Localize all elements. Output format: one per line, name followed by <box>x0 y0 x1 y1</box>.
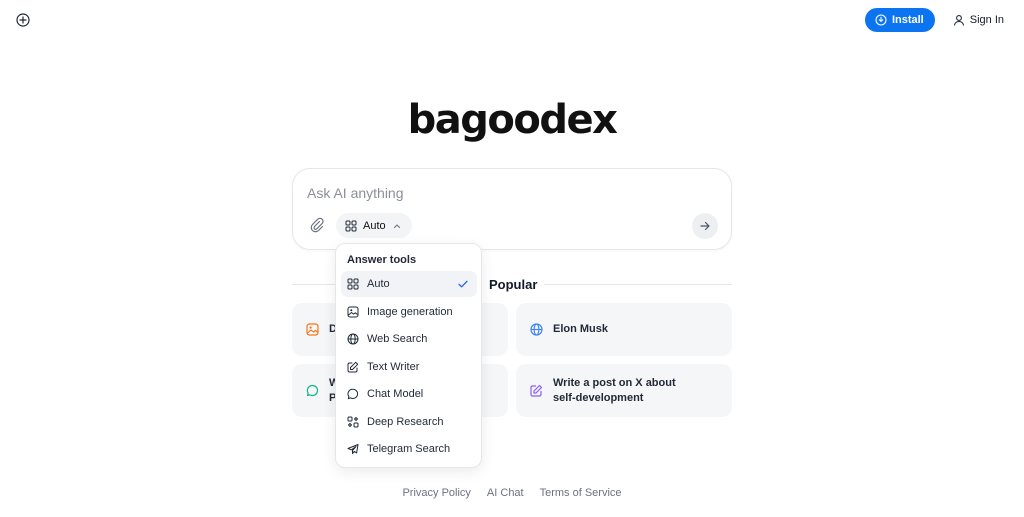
plus-circle-icon <box>16 13 30 27</box>
answer-tools-menu: Answer tools Auto Image generation Web S… <box>335 243 482 468</box>
popular-card[interactable]: Write a post on X about self-development <box>516 364 732 417</box>
menu-item-label: Image generation <box>367 306 453 318</box>
menu-item-label: Auto <box>367 278 390 290</box>
globe-icon <box>530 323 543 336</box>
install-button[interactable]: Install <box>864 8 935 32</box>
globe-icon <box>347 333 359 345</box>
edit-icon <box>347 361 359 373</box>
attach-button[interactable] <box>309 217 325 233</box>
menu-item-text-writer[interactable]: Text Writer <box>341 354 477 380</box>
search-box: Auto <box>292 168 732 250</box>
menu-item-label: Web Search <box>367 333 428 345</box>
research-icon <box>347 416 359 428</box>
chat-icon <box>347 388 359 400</box>
ai-chat-link[interactable]: AI Chat <box>487 487 524 499</box>
menu-item-label: Text Writer <box>367 361 420 373</box>
download-icon <box>875 14 887 26</box>
popular-card[interactable]: Elon Musk <box>516 303 732 356</box>
logo: bagoodex <box>407 97 618 143</box>
menu-item-auto[interactable]: Auto <box>341 271 477 297</box>
menu-item-label: Telegram Search <box>367 443 451 455</box>
sign-in-label: Sign In <box>969 14 1004 26</box>
chat-icon <box>306 384 319 397</box>
edit-icon <box>530 384 543 397</box>
terms-of-service-link[interactable]: Terms of Service <box>540 487 622 499</box>
card-label: Elon Musk <box>553 323 609 335</box>
mode-selector[interactable]: Auto <box>336 213 412 238</box>
card-label: Write a post on X about self-development <box>553 376 676 404</box>
header-actions: Install Sign In <box>864 8 1004 32</box>
image-icon <box>347 306 359 318</box>
new-chat-button[interactable] <box>14 11 32 29</box>
grid-icon <box>347 278 359 290</box>
menu-item-image-generation[interactable]: Image generation <box>341 299 477 325</box>
user-icon <box>953 15 964 26</box>
menu-item-telegram-search[interactable]: Telegram Search <box>341 436 477 462</box>
send-button[interactable] <box>692 213 718 239</box>
divider <box>544 284 732 285</box>
paperclip-icon <box>310 217 324 233</box>
menu-item-chat-model[interactable]: Chat Model <box>341 381 477 407</box>
arrow-right-icon <box>700 221 710 231</box>
install-label: Install <box>891 14 924 26</box>
privacy-policy-link[interactable]: Privacy Policy <box>402 487 470 499</box>
grid-icon <box>345 220 357 231</box>
chevron-up-icon <box>393 223 400 228</box>
menu-item-deep-research[interactable]: Deep Research <box>341 409 477 435</box>
menu-item-label: Deep Research <box>367 416 444 428</box>
menu-item-web-search[interactable]: Web Search <box>341 326 477 352</box>
sign-in-button[interactable]: Sign In <box>953 14 1004 26</box>
mode-label: Auto <box>363 219 386 232</box>
telegram-icon <box>347 444 359 454</box>
menu-title: Answer tools <box>347 254 417 266</box>
image-icon <box>306 323 319 336</box>
footer: Privacy Policy AI Chat Terms of Service <box>0 487 1024 499</box>
check-icon <box>458 280 468 288</box>
menu-item-label: Chat Model <box>367 388 424 400</box>
search-input[interactable] <box>307 183 707 203</box>
popular-title: Popular <box>489 277 538 292</box>
